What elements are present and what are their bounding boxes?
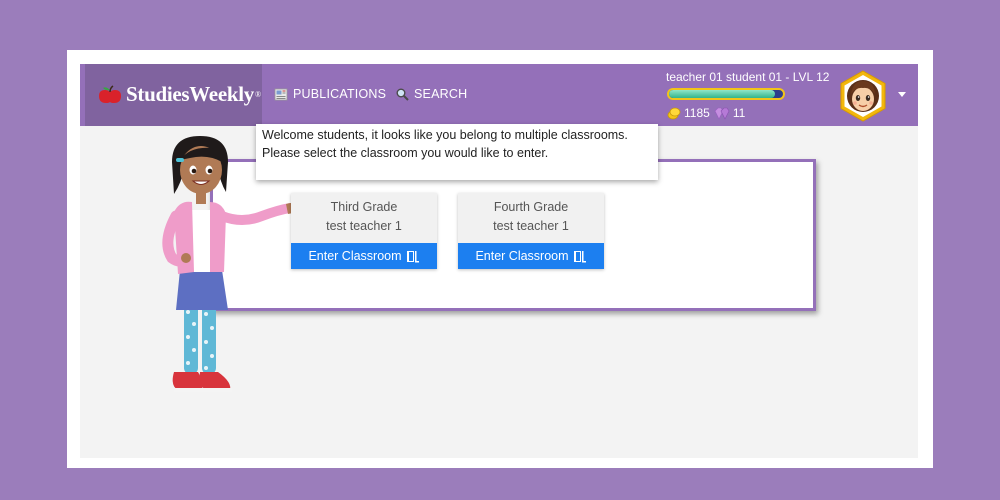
gem-count: 11 <box>732 106 746 120</box>
search-icon <box>396 88 409 101</box>
nav-publications-label: PUBLICATIONS <box>293 87 387 101</box>
user-avatar[interactable] <box>837 70 889 122</box>
enter-classroom-label: Enter Classroom <box>475 249 569 263</box>
apple-logo-icon <box>99 84 121 103</box>
coin-count: 1185 <box>684 106 710 120</box>
gem-icon <box>714 107 730 120</box>
door-enter-icon <box>406 250 420 263</box>
studies-weekly-logo[interactable]: StudiesWeekly ® <box>97 82 261 107</box>
classroom-teacher: test teacher 1 <box>326 219 402 233</box>
nav-publications[interactable]: PUBLICATIONS <box>274 87 386 101</box>
enter-classroom-button[interactable]: Enter Classroom <box>458 243 604 269</box>
user-name-level: teacher 01 student 01 - LVL 12 <box>666 70 830 84</box>
classroom-card: Third Grade test teacher 1 Enter Classro… <box>291 193 437 269</box>
top-navbar: StudiesWeekly ® PUBLICATIONS SEARCH teac… <box>80 64 918 126</box>
account-dropdown-caret-icon[interactable] <box>898 92 906 97</box>
nav-search[interactable]: SEARCH <box>396 87 467 101</box>
logo-text: StudiesWeekly <box>126 82 254 106</box>
welcome-tooltip: Welcome students, it looks like you belo… <box>256 124 658 180</box>
user-stats: 1185 11 <box>667 106 745 120</box>
enter-classroom-button[interactable]: Enter Classroom <box>291 243 437 269</box>
classroom-grade: Fourth Grade <box>493 200 569 214</box>
classroom-card: Fourth Grade test teacher 1 Enter Classr… <box>458 193 604 269</box>
coin-icon <box>667 107 681 120</box>
xp-progress-bar <box>667 88 785 100</box>
publications-icon <box>274 88 288 101</box>
enter-classroom-label: Enter Classroom <box>308 249 402 263</box>
nav-search-label: SEARCH <box>414 87 468 101</box>
app-window: StudiesWeekly ® PUBLICATIONS SEARCH teac… <box>80 64 918 458</box>
classroom-grade: Third Grade <box>330 200 398 214</box>
registered-mark: ® <box>254 90 261 99</box>
xp-progress-fill <box>669 90 776 98</box>
logo-box[interactable]: StudiesWeekly ® <box>85 64 262 126</box>
door-enter-icon <box>573 250 587 263</box>
classroom-teacher: test teacher 1 <box>493 219 569 233</box>
